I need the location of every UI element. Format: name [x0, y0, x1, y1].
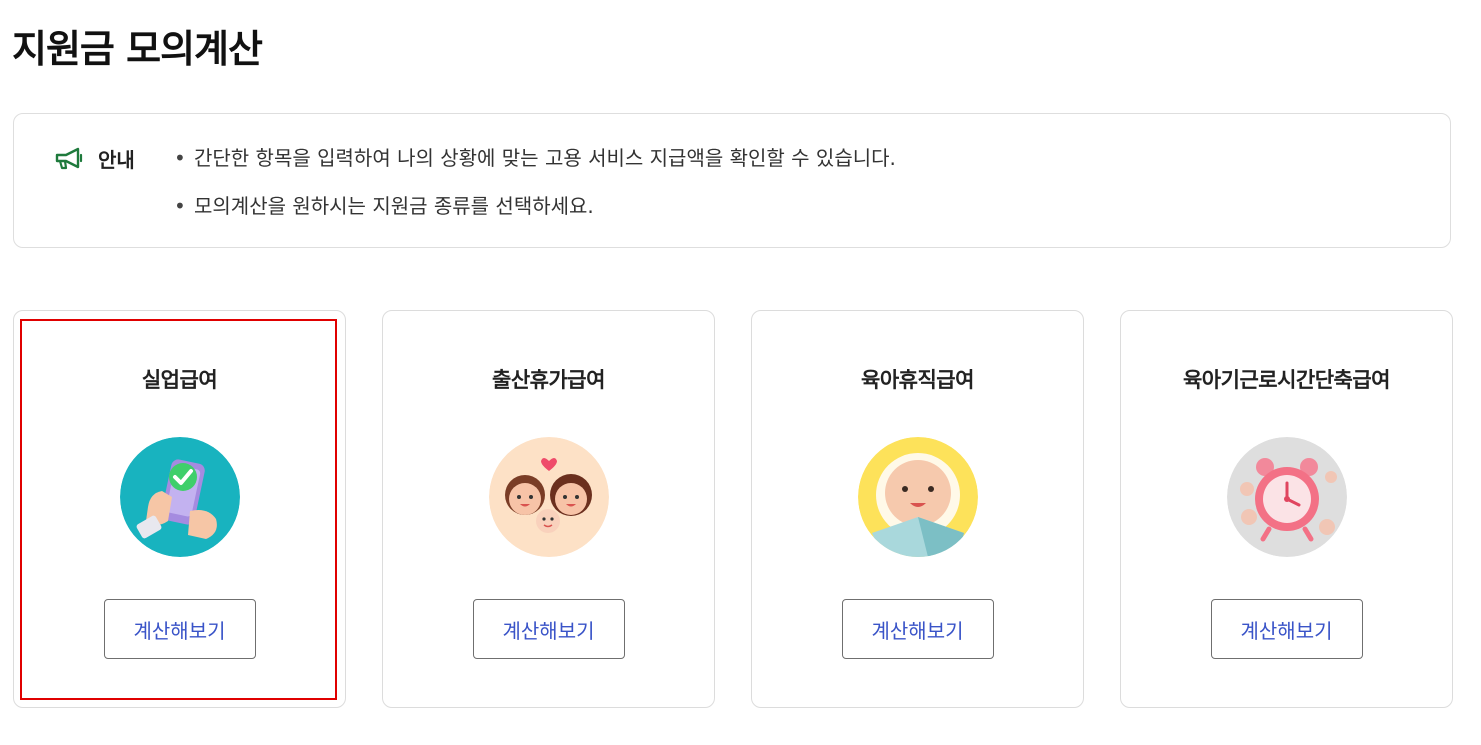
alarm-clock-icon [1226, 437, 1347, 557]
baby-icon [857, 437, 978, 557]
card-title: 육아기근로시간단축급여 [1182, 368, 1391, 392]
card-title: 육아휴직급여 [861, 368, 974, 392]
calculate-button[interactable]: 계산해보기 [1210, 599, 1363, 659]
calculate-button[interactable]: 계산해보기 [841, 599, 994, 659]
card-title: 실업급여 [141, 368, 218, 392]
calculate-button[interactable]: 계산해보기 [472, 599, 625, 659]
card-unemployment-benefit[interactable]: 실업급여 계산해보기 [13, 310, 346, 708]
page-title: 지원금 모의계산 [12, 27, 263, 71]
notice-item: • 간단한 항목을 입력하여 나의 상황에 맞는 고용 서비스 지급액을 확인할 … [174, 146, 896, 170]
calculate-button[interactable]: 계산해보기 [103, 599, 256, 659]
card-parental-leave-benefit[interactable]: 육아휴직급여 계산해보기 [751, 310, 1084, 708]
notice-list: • 간단한 항목을 입력하여 나의 상황에 맞는 고용 서비스 지급액을 확인할 … [174, 144, 896, 240]
phone-check-icon [119, 437, 240, 557]
notice-label: 안내 [98, 148, 135, 172]
card-reduced-working-hours-benefit[interactable]: 육아기근로시간단축급여 계산해보기 [1120, 310, 1453, 708]
megaphone-icon [54, 146, 84, 172]
notice-item: • 모의계산을 원하시는 지원금 종류를 선택하세요. [174, 194, 594, 218]
notice-header: 안내 [54, 144, 135, 173]
card-title: 출산휴가급여 [492, 368, 605, 392]
card-maternity-leave-benefit[interactable]: 출산휴가급여 계산해보기 [382, 310, 715, 708]
notice-box: 안내 • 간단한 항목을 입력하여 나의 상황에 맞는 고용 서비스 지급액을 확… [13, 113, 1451, 248]
family-icon [488, 437, 609, 557]
